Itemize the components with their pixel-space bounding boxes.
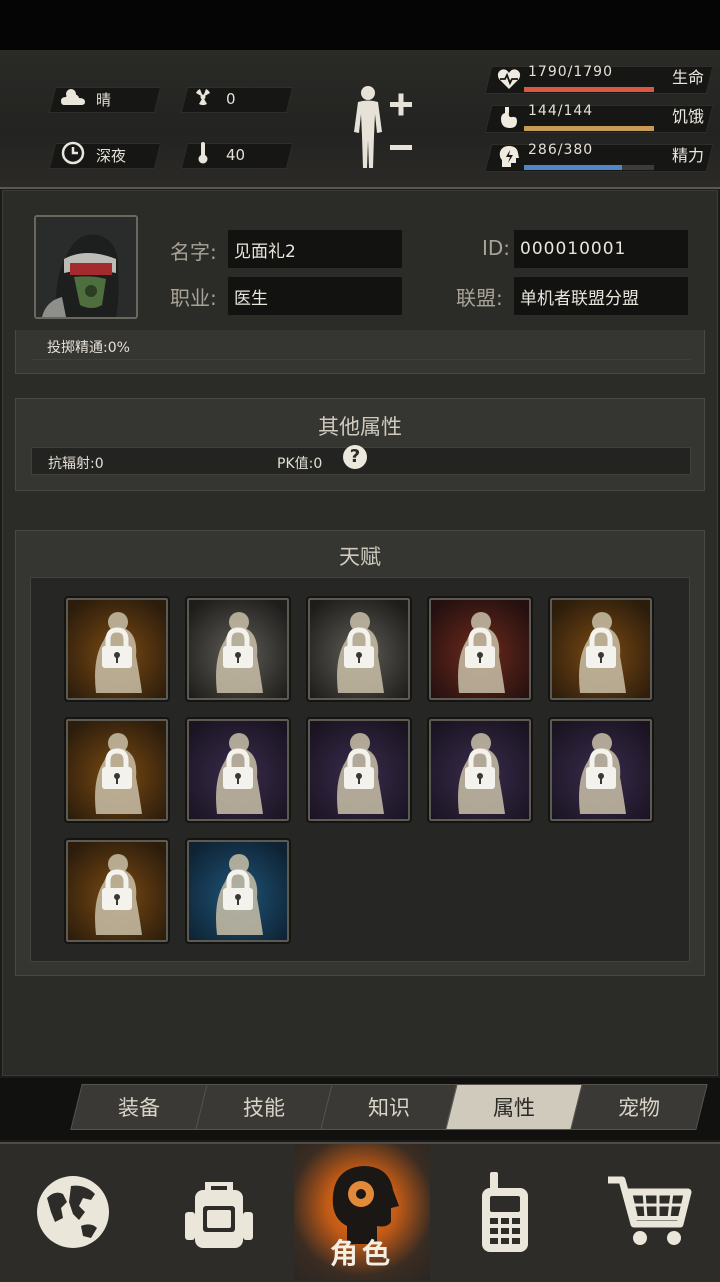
globe-icon — [37, 1176, 109, 1248]
system-status-bar — [0, 0, 720, 50]
lock-icon — [586, 627, 616, 668]
pk-value-stat: PK值:0 — [277, 456, 323, 472]
throwing-mastery-stat: 投掷精通:0% — [47, 340, 130, 356]
hunger-bar: 144/144 饥饿 — [484, 101, 714, 135]
nav-bag-button[interactable] — [146, 1144, 292, 1280]
lock-icon — [223, 748, 253, 789]
lock-icon — [223, 627, 253, 668]
talents-title: 天赋 — [339, 545, 381, 569]
body-figure-icon — [354, 86, 412, 168]
energy-fill — [524, 165, 622, 170]
hunger-text: 144/144 — [528, 103, 594, 119]
stomach-icon — [496, 105, 522, 131]
hunger-label: 饥饿 — [672, 107, 705, 126]
lock-icon — [465, 748, 495, 789]
backpack-icon — [185, 1182, 253, 1248]
nav-character-label: 角色 — [329, 1237, 394, 1270]
cloud-sun-icon — [60, 87, 86, 112]
name-label: 名字: — [170, 240, 217, 264]
energy-text: 286/380 — [528, 142, 594, 158]
tab-label: 装备 — [118, 1096, 160, 1120]
talent-slot[interactable] — [185, 717, 291, 823]
lock-icon — [344, 627, 374, 668]
alliance-field: 单机者联盟分盟 — [514, 277, 688, 315]
lock-icon — [102, 627, 132, 668]
anti-radiation-stat: 抗辐射:0 — [48, 456, 104, 472]
thermometer-icon — [190, 141, 216, 170]
shopping-cart-icon — [608, 1176, 692, 1245]
talent-slot[interactable] — [306, 596, 412, 702]
health-text: 1790/1790 — [528, 64, 613, 80]
id-field: 000010001 — [514, 230, 688, 268]
other-attributes-row: 抗辐射:0 PK值:0 ? — [31, 445, 691, 475]
talent-slot[interactable] — [306, 717, 412, 823]
time-label: 深夜 — [96, 146, 127, 165]
other-attributes-title: 其他属性 — [318, 415, 402, 439]
weather-label: 晴 — [96, 90, 112, 109]
temperature-value: 40 — [226, 146, 246, 164]
walkie-talkie-icon — [482, 1172, 528, 1252]
heart-pulse-icon — [496, 66, 522, 92]
tab-label: 技能 — [243, 1096, 285, 1120]
job-field: 医生 — [228, 277, 402, 315]
lock-icon — [586, 748, 616, 789]
energy-bar: 286/380 精力 — [484, 140, 714, 174]
clock-icon — [60, 141, 86, 170]
health-bar: 1790/1790 生命 — [484, 62, 714, 96]
talent-slot[interactable] — [64, 838, 170, 944]
avatar-portrait-icon — [36, 217, 136, 317]
alliance-label: 联盟: — [456, 286, 503, 310]
talent-slot[interactable] — [185, 596, 291, 702]
talent-slot[interactable] — [64, 596, 170, 702]
name-field: 见面礼2 — [228, 230, 402, 268]
nav-world-button[interactable] — [0, 1144, 146, 1280]
radiation-value: 0 — [226, 90, 236, 108]
talent-slot[interactable] — [427, 596, 533, 702]
lock-icon — [344, 748, 374, 789]
lock-icon — [102, 869, 132, 910]
tab-label: 宠物 — [618, 1096, 660, 1120]
hunger-fill — [524, 126, 654, 131]
combat-attributes-section: 投掷精通:0% — [15, 330, 705, 374]
health-fill — [524, 87, 654, 92]
talent-slot[interactable] — [185, 838, 291, 944]
avatar[interactable] — [34, 215, 138, 319]
talent-slot[interactable] — [64, 717, 170, 823]
radiation-icon — [190, 86, 216, 113]
job-label: 职业: — [170, 286, 217, 310]
body-status-button[interactable] — [346, 84, 418, 174]
lock-icon — [465, 627, 495, 668]
hud-panel: 晴 0 深夜 40 1790/1790 生命 144/144 饥饿 286/38… — [0, 50, 720, 189]
lock-icon — [223, 869, 253, 910]
talent-slot[interactable] — [548, 596, 654, 702]
other-attributes-section: 其他属性 抗辐射:0 PK值:0 ? — [15, 398, 705, 491]
nav-character-button[interactable]: 角色 — [294, 1144, 430, 1280]
lock-icon — [102, 748, 132, 789]
energy-label: 精力 — [672, 146, 705, 165]
nav-radio-button[interactable] — [432, 1144, 578, 1280]
talent-slot[interactable] — [427, 717, 533, 823]
tab-label: 属性 — [493, 1096, 535, 1120]
talent-slot[interactable] — [548, 717, 654, 823]
help-icon[interactable]: ? — [343, 445, 367, 469]
nav-shop-button[interactable] — [578, 1144, 720, 1280]
health-label: 生命 — [672, 68, 705, 87]
brain-icon — [496, 144, 522, 170]
tab-label: 知识 — [368, 1096, 410, 1120]
id-label: ID: — [482, 236, 511, 260]
